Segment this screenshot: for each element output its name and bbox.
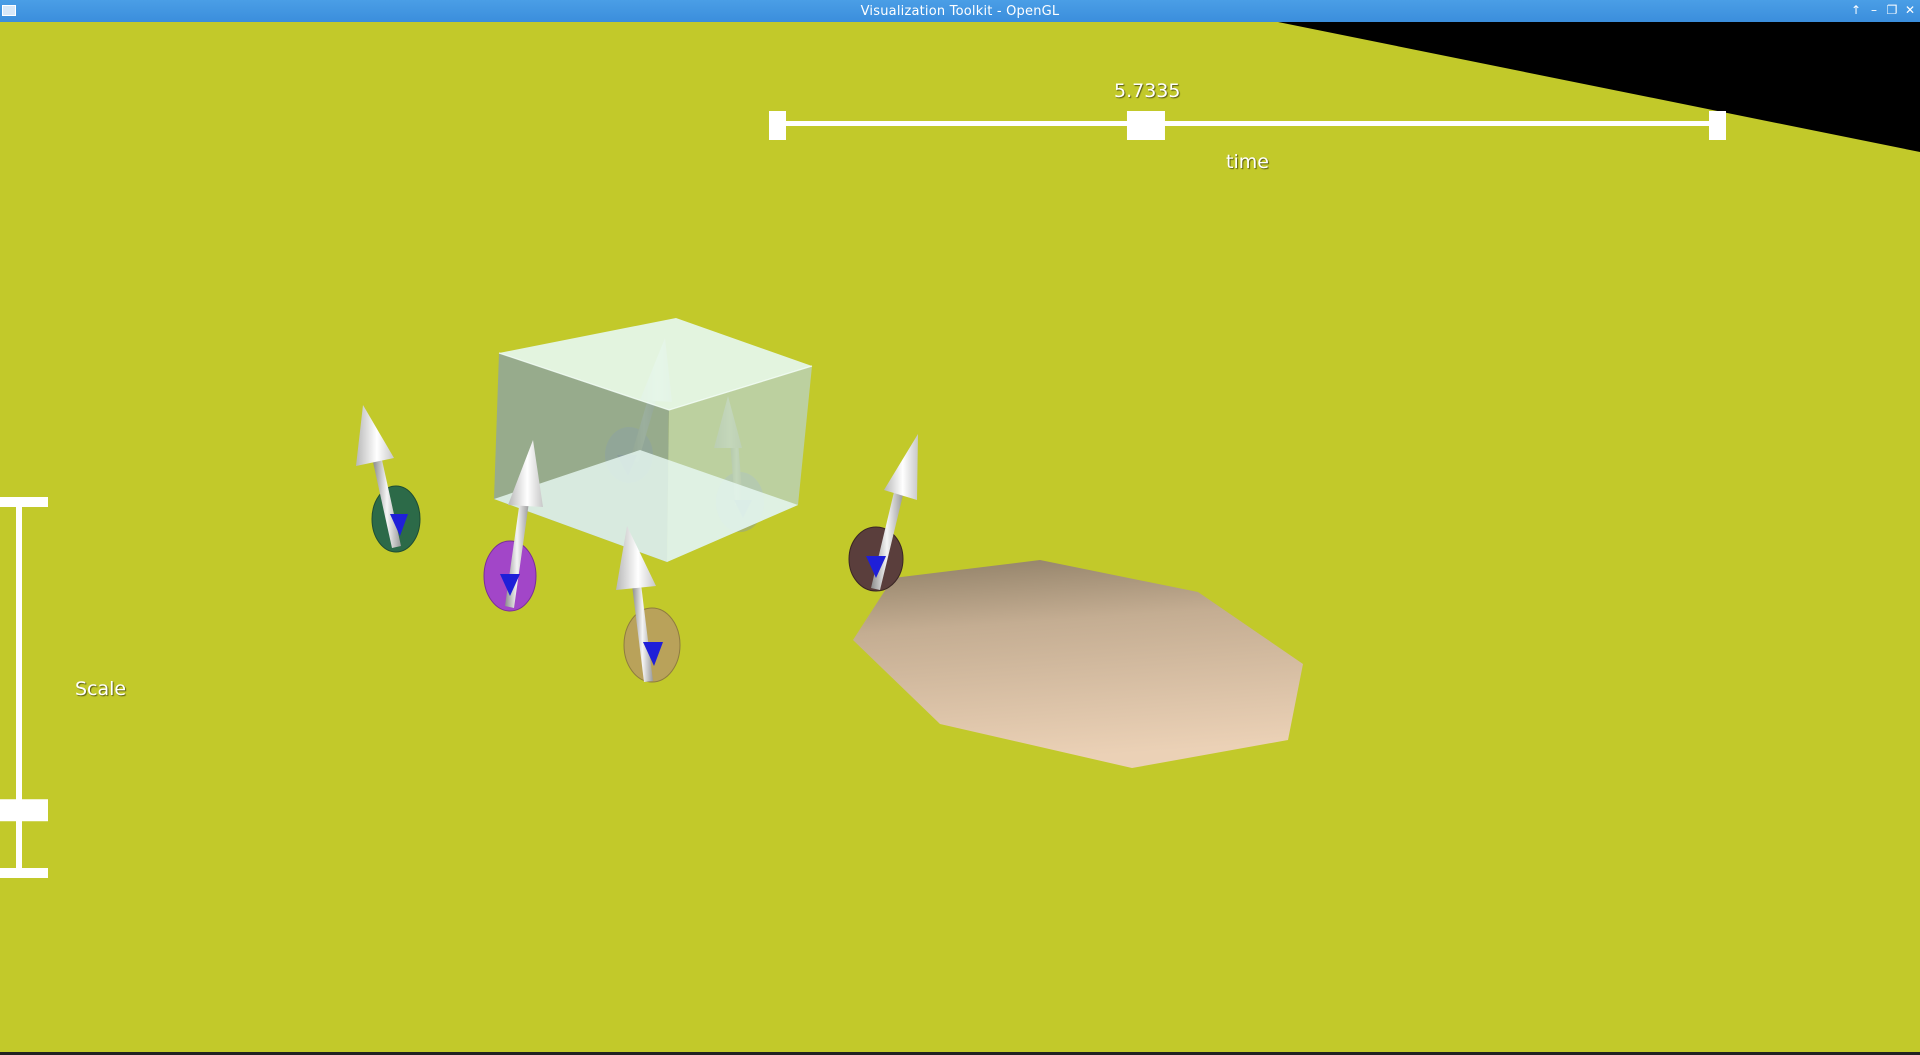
minimize-icon[interactable]: – xyxy=(1866,2,1882,18)
time-slider-value: 5.7335 xyxy=(1114,80,1181,102)
window-title: Visualization Toolkit - OpenGL xyxy=(860,4,1060,19)
render-viewport[interactable] xyxy=(0,22,1920,1052)
scale-slider-thumb[interactable] xyxy=(0,799,48,822)
up-arrow-icon[interactable]: ↑ xyxy=(1848,2,1864,18)
time-slider-track[interactable] xyxy=(777,121,1717,126)
ground-plane xyxy=(0,22,1920,1052)
title-bar[interactable]: Visualization Toolkit - OpenGL ↑ – ❐ ✕ xyxy=(0,0,1920,22)
time-slider-thumb[interactable] xyxy=(1126,111,1165,140)
scale-slider-top-cap[interactable] xyxy=(0,497,48,507)
close-icon[interactable]: ✕ xyxy=(1902,2,1918,18)
time-slider-title: time xyxy=(1226,151,1269,173)
restore-icon[interactable]: ❐ xyxy=(1884,2,1900,18)
scale-slider-title: Scale xyxy=(75,678,127,700)
time-slider-right-cap[interactable] xyxy=(1709,111,1726,140)
time-slider-left-cap[interactable] xyxy=(769,111,786,140)
scale-slider-bottom-cap[interactable] xyxy=(0,868,48,878)
vtk-render-window: Visualization Toolkit - OpenGL ↑ – ❐ ✕ 5… xyxy=(0,0,1920,1055)
